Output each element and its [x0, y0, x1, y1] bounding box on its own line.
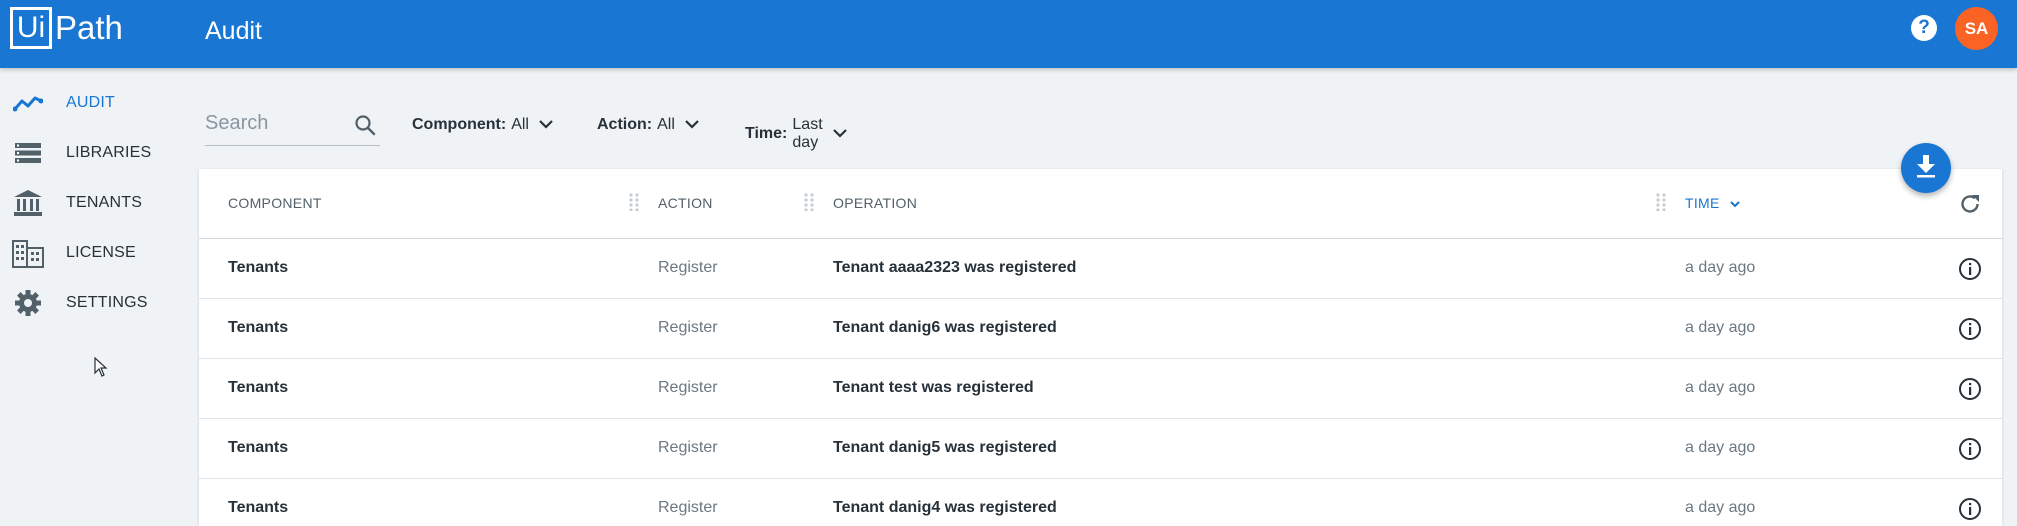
cell-component: Tenants: [228, 499, 289, 516]
trend-line-icon: [12, 87, 44, 119]
chevron-down-icon: [539, 116, 553, 134]
logo-box: Ui: [10, 7, 52, 49]
info-icon[interactable]: [1958, 317, 1982, 346]
action-filter[interactable]: Action: All: [597, 116, 699, 134]
cell-component: Tenants: [228, 379, 289, 396]
time-filter-value: Last day: [792, 116, 823, 151]
table-row[interactable]: Tenants Register Tenant test was registe…: [199, 359, 2002, 419]
column-header-operation[interactable]: OPERATION: [833, 195, 917, 211]
cell-operation: Tenant danig6 was registered: [833, 319, 1057, 336]
search-box: [205, 108, 380, 146]
time-filter[interactable]: Time: Last day: [745, 116, 847, 152]
download-button[interactable]: [1901, 143, 1951, 193]
download-icon: [1915, 154, 1937, 183]
cell-component: Tenants: [228, 439, 289, 456]
cell-operation: Tenant danig5 was registered: [833, 439, 1057, 456]
cell-action: Register: [658, 439, 718, 456]
action-filter-value: All: [657, 116, 675, 133]
cell-time: a day ago: [1685, 439, 1756, 456]
info-icon[interactable]: [1958, 497, 1982, 526]
cell-time: a day ago: [1685, 259, 1756, 276]
info-icon[interactable]: [1958, 437, 1982, 466]
uipath-logo[interactable]: Ui Path: [10, 7, 123, 49]
cell-action: Register: [658, 379, 718, 396]
page-title: Audit: [205, 17, 262, 45]
component-filter-value: All: [511, 116, 529, 133]
column-resize-handle-icon[interactable]: [629, 193, 639, 216]
cell-action: Register: [658, 319, 718, 336]
column-header-component[interactable]: COMPONENT: [228, 195, 322, 211]
user-avatar[interactable]: SA: [1955, 7, 1998, 50]
sidebar-item-tenants[interactable]: TENANTS: [0, 178, 190, 228]
top-bar: Ui Path Audit ? SA: [0, 0, 2017, 68]
cell-component: Tenants: [228, 319, 289, 336]
audit-grid: COMPONENT ACTION OPERATION TIME Tenants …: [199, 169, 2002, 526]
table-row[interactable]: Tenants Register Tenant aaaa2323 was reg…: [199, 239, 2002, 299]
cell-time: a day ago: [1685, 319, 1756, 336]
bank-building-icon: [12, 187, 44, 219]
gear-icon: [12, 287, 44, 319]
cell-action: Register: [658, 259, 718, 276]
column-header-time[interactable]: TIME: [1685, 195, 1740, 211]
chevron-down-icon: [685, 116, 699, 134]
sidebar-item-libraries[interactable]: LIBRARIES: [0, 128, 190, 178]
sidebar-item-label: SETTINGS: [66, 294, 148, 311]
list-stack-icon: [12, 137, 44, 169]
sidebar-item-label: TENANTS: [66, 194, 143, 211]
chevron-down-icon: [832, 125, 847, 143]
column-header-action[interactable]: ACTION: [658, 195, 713, 211]
sidebar: AUDIT LIBRARIES TENANTS LICENSE SETTINGS: [0, 78, 190, 328]
column-resize-handle-icon[interactable]: [804, 193, 814, 216]
cell-operation: Tenant aaaa2323 was registered: [833, 259, 1077, 276]
mouse-cursor-icon: [94, 356, 108, 382]
info-icon[interactable]: [1958, 377, 1982, 406]
component-filter[interactable]: Component: All: [412, 116, 553, 134]
time-filter-label: Time:: [745, 125, 788, 142]
logo-text: Path: [55, 9, 123, 46]
table-row[interactable]: Tenants Register Tenant danig6 was regis…: [199, 299, 2002, 359]
sidebar-item-label: LIBRARIES: [66, 144, 152, 161]
column-header-time-label: TIME: [1685, 195, 1720, 211]
column-resize-handle-icon[interactable]: [1656, 193, 1666, 216]
cell-time: a day ago: [1685, 379, 1756, 396]
search-icon[interactable]: [354, 114, 376, 141]
component-filter-label: Component:: [412, 116, 507, 133]
city-buildings-icon: [12, 237, 44, 269]
table-row[interactable]: Tenants Register Tenant danig4 was regis…: [199, 479, 2002, 526]
cell-operation: Tenant danig4 was registered: [833, 499, 1057, 516]
sidebar-item-label: AUDIT: [66, 94, 115, 111]
grid-header: COMPONENT ACTION OPERATION TIME: [199, 169, 2002, 239]
sidebar-item-settings[interactable]: SETTINGS: [0, 278, 190, 328]
cell-time: a day ago: [1685, 499, 1756, 516]
cell-action: Register: [658, 499, 718, 516]
sidebar-item-audit[interactable]: AUDIT: [0, 78, 190, 128]
sidebar-item-label: LICENSE: [66, 244, 136, 261]
search-input[interactable]: [205, 108, 345, 138]
table-row[interactable]: Tenants Register Tenant danig5 was regis…: [199, 419, 2002, 479]
cell-component: Tenants: [228, 259, 289, 276]
cell-operation: Tenant test was registered: [833, 379, 1034, 396]
help-icon[interactable]: ?: [1911, 15, 1937, 41]
info-icon[interactable]: [1958, 257, 1982, 286]
sidebar-item-license[interactable]: LICENSE: [0, 228, 190, 278]
sort-descending-icon: [1730, 195, 1740, 211]
action-filter-label: Action:: [597, 116, 653, 133]
refresh-icon[interactable]: [1958, 192, 1982, 221]
